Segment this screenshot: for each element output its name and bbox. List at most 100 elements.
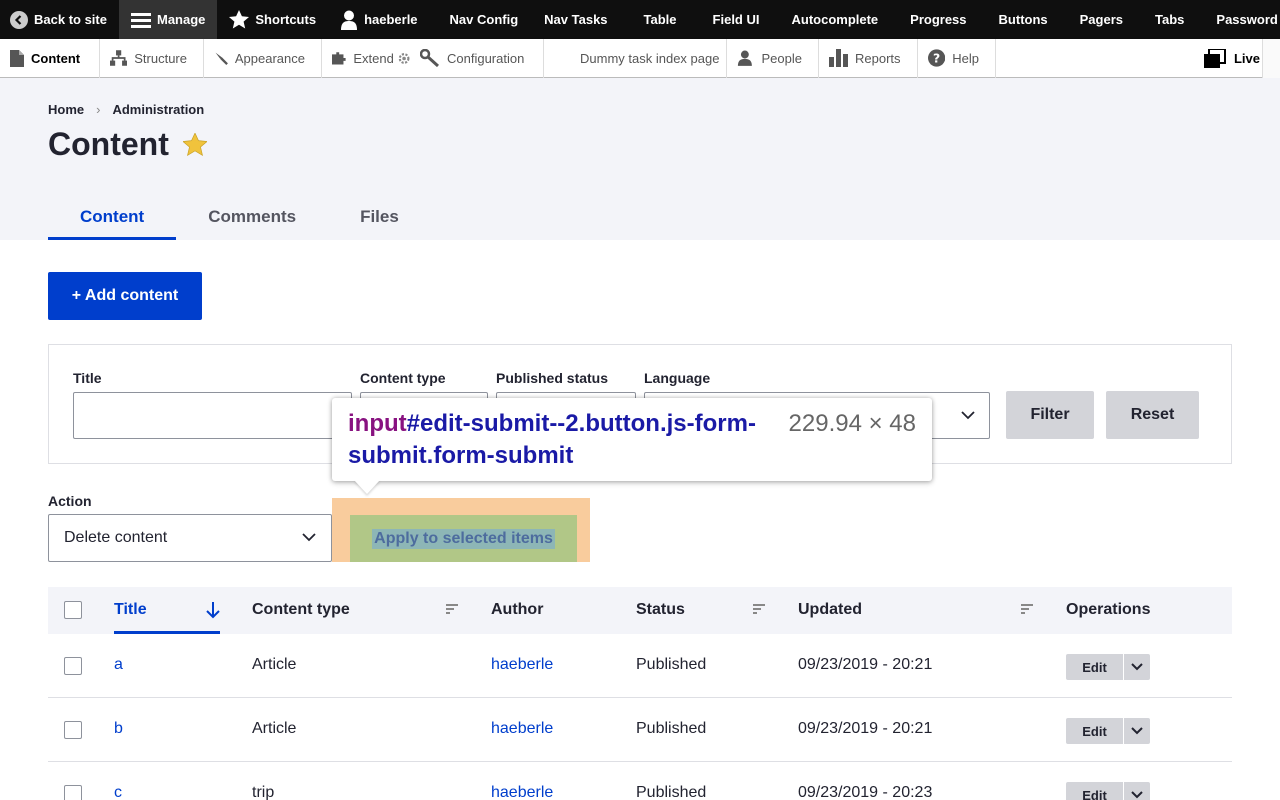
edit-button[interactable]: Edit xyxy=(1066,782,1123,800)
action-label: Action xyxy=(48,493,92,509)
row-content-type: Article xyxy=(252,656,297,673)
nav-config-tab[interactable]: Nav Config xyxy=(438,0,531,39)
tray-people-label: People xyxy=(761,50,802,66)
operations-dropdown-toggle[interactable] xyxy=(1124,782,1150,800)
sort-icon xyxy=(446,604,458,614)
page-title: Content xyxy=(48,126,169,162)
window-icon xyxy=(1203,48,1226,68)
breadcrumb-administration[interactable]: Administration xyxy=(112,102,204,117)
action-selected-value: Delete content xyxy=(64,529,168,546)
breadcrumb-home[interactable]: Home xyxy=(48,102,84,117)
nav-tasks-tab[interactable]: Nav Tasks xyxy=(532,0,619,39)
user-label: haeberle xyxy=(364,12,418,27)
row-checkbox[interactable] xyxy=(64,657,82,675)
tray-extend-label: Extend xyxy=(353,50,394,66)
tray-toggle[interactable] xyxy=(1262,39,1280,78)
action-select[interactable]: Delete content xyxy=(48,514,332,562)
filter-button[interactable]: Filter xyxy=(1006,391,1094,439)
title-filter-input[interactable] xyxy=(73,392,352,439)
hamburger-icon xyxy=(130,12,151,28)
table-row: c trip haeberle Published 09/23/2019 - 2… xyxy=(48,762,1232,800)
chevron-down-icon xyxy=(1131,663,1143,671)
row-operations: Edit xyxy=(1066,718,1150,744)
field-ui-tab[interactable]: Field UI xyxy=(701,0,772,39)
live-workspace[interactable]: Live xyxy=(1203,39,1280,78)
sort-icon xyxy=(1021,604,1033,614)
pagers-tab[interactable]: Pagers xyxy=(1068,0,1135,39)
tab-content[interactable]: Content xyxy=(48,204,177,240)
header-title[interactable]: Title xyxy=(114,601,147,619)
content-type-filter-label: Content type xyxy=(360,370,446,386)
chevron-down-icon xyxy=(1131,791,1143,799)
back-to-site-link[interactable]: Back to site xyxy=(0,0,119,39)
operations-dropdown-toggle[interactable] xyxy=(1124,654,1150,680)
buttons-tab[interactable]: Buttons xyxy=(987,0,1060,39)
autocomplete-tab[interactable]: Autocomplete xyxy=(779,0,890,39)
tray-help[interactable]: ? Help xyxy=(918,38,996,78)
header-updated[interactable]: Updated xyxy=(798,601,862,619)
add-content-button[interactable]: + Add content xyxy=(48,272,202,320)
row-checkbox[interactable] xyxy=(64,721,82,739)
row-title-link[interactable]: c xyxy=(114,784,122,800)
row-operations: Edit xyxy=(1066,782,1150,800)
row-content-type: trip xyxy=(252,784,275,800)
row-status: Published xyxy=(636,720,707,737)
header-author: Author xyxy=(491,601,544,618)
tooltip-selector: input#edit-submit--2.button.js-form-subm… xyxy=(348,408,768,472)
shortcut-star-icon[interactable] xyxy=(182,133,207,156)
row-checkbox[interactable] xyxy=(64,785,82,800)
row-author-link[interactable]: haeberle xyxy=(491,656,553,674)
paintbrush-icon xyxy=(215,52,228,65)
document-icon xyxy=(10,49,24,67)
reset-button[interactable]: Reset xyxy=(1106,391,1199,439)
edit-button[interactable]: Edit xyxy=(1066,654,1123,680)
back-arrow-icon xyxy=(10,10,28,29)
row-operations: Edit xyxy=(1066,654,1150,680)
manage-tab[interactable]: Manage xyxy=(118,0,218,39)
tooltip-arrow xyxy=(354,480,380,494)
sort-arrow-down-icon xyxy=(206,602,220,619)
row-updated: 09/23/2019 - 20:21 xyxy=(798,720,933,737)
tray-structure[interactable]: Structure xyxy=(100,38,204,78)
svg-text:?: ? xyxy=(933,50,940,65)
people-icon xyxy=(737,50,752,66)
tab-comments[interactable]: Comments xyxy=(176,204,328,240)
operations-dropdown-toggle[interactable] xyxy=(1124,718,1150,744)
tabs-tab[interactable]: Tabs xyxy=(1143,0,1196,39)
apply-to-selected-button[interactable]: Apply to selected items xyxy=(350,515,577,562)
tooltip-dimensions: 229.94 × 48 xyxy=(788,410,916,437)
tray-extend[interactable]: Extend xyxy=(322,39,414,78)
row-title-link[interactable]: b xyxy=(114,720,123,738)
tray-configuration[interactable]: Configuration xyxy=(414,38,544,78)
tray-people[interactable]: People xyxy=(727,38,819,78)
live-label: Live xyxy=(1233,51,1260,66)
tray-content[interactable]: Content xyxy=(0,38,100,78)
tab-files[interactable]: Files xyxy=(328,204,431,240)
shortcuts-tab[interactable]: Shortcuts xyxy=(217,0,328,39)
row-updated: 09/23/2019 - 20:23 xyxy=(798,784,933,800)
header-content-type[interactable]: Content type xyxy=(252,601,350,619)
row-content-type: Article xyxy=(252,720,297,737)
tray-reports[interactable]: Reports xyxy=(819,38,918,78)
row-author-link[interactable]: haeberle xyxy=(491,784,553,800)
header-status[interactable]: Status xyxy=(636,601,685,619)
chevron-down-icon xyxy=(1131,727,1143,735)
row-title-link[interactable]: a xyxy=(114,656,123,674)
language-filter-label: Language xyxy=(644,370,711,386)
edit-button[interactable]: Edit xyxy=(1066,718,1123,744)
select-all-checkbox[interactable] xyxy=(64,601,82,619)
tray-appearance[interactable]: Appearance xyxy=(204,38,322,78)
chevron-down-icon xyxy=(302,533,316,542)
user-tab[interactable]: haeberle xyxy=(328,0,429,39)
tray-configuration-label: Configuration xyxy=(447,50,525,66)
table-tab[interactable]: Table xyxy=(632,0,689,39)
tray-appearance-label: Appearance xyxy=(234,50,305,66)
row-author-link[interactable]: haeberle xyxy=(491,720,553,738)
admin-tray: Content Structure Appearance Extend Conf… xyxy=(0,38,1280,78)
wrench-icon xyxy=(420,49,440,67)
password-tab[interactable]: Password xyxy=(1204,0,1280,39)
tray-structure-label: Structure xyxy=(134,50,187,66)
row-status: Published xyxy=(636,656,707,673)
tray-dummy[interactable]: Dummy task index page xyxy=(544,38,727,78)
progress-tab[interactable]: Progress xyxy=(898,0,978,39)
